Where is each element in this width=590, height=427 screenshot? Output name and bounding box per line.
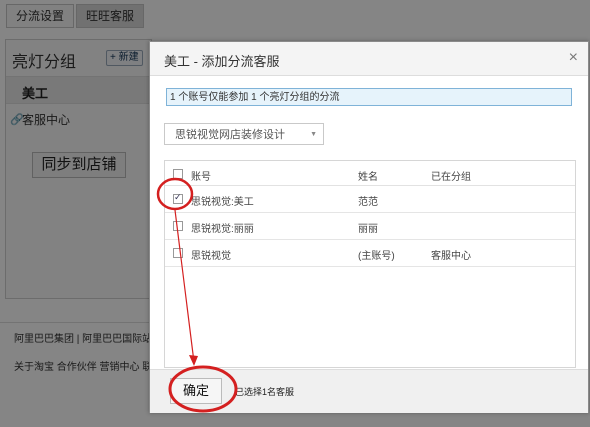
annotation-overlay xyxy=(156,177,238,413)
annotation-arrow-line xyxy=(174,209,195,363)
annotation-circle-confirm xyxy=(168,365,238,413)
annotation-arrow-head xyxy=(189,355,198,366)
annotation-circle-checkbox xyxy=(156,177,194,211)
